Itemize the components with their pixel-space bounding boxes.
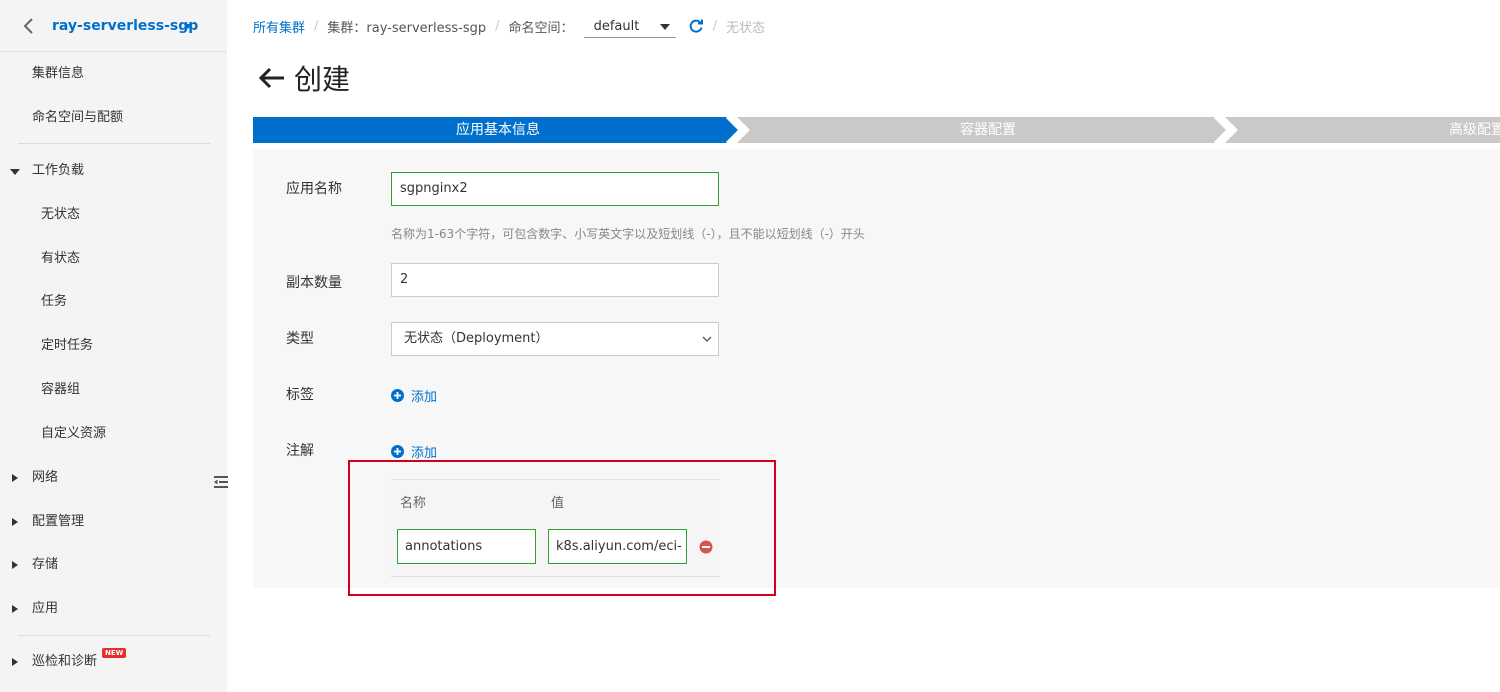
sidebar-divider	[18, 143, 210, 144]
highlight-annotation-box	[348, 460, 776, 596]
sidebar-item-label: 存储	[32, 557, 59, 572]
sidebar-item-label: 无状态	[41, 207, 81, 222]
breadcrumb: 所有集群 / 集群：ray-serverless-sgp / 命名空间： def…	[253, 14, 765, 38]
triangle-down-icon	[10, 169, 20, 175]
sidebar-item-pods[interactable]: 容器组	[0, 372, 227, 408]
type-label: 类型	[286, 331, 314, 347]
sidebar-divider	[18, 635, 210, 636]
sidebar-item-cronjobs[interactable]: 定时任务	[0, 328, 227, 364]
sidebar-item-applications[interactable]: 应用	[0, 591, 227, 627]
wizard-steps: 应用基本信息 容器配置 高级配置	[253, 117, 1500, 143]
breadcrumb-separator: /	[495, 18, 500, 34]
namespace-select[interactable]: default	[583, 14, 676, 38]
breadcrumb-all-clusters[interactable]: 所有集群	[253, 17, 305, 36]
breadcrumb-current: 无状态	[725, 20, 765, 36]
step-basic-info[interactable]: 应用基本信息	[253, 117, 743, 143]
sidebar-item-label: 应用	[32, 601, 59, 616]
caret-down-icon[interactable]	[184, 24, 192, 29]
sidebar-item-label: 工作负载	[32, 163, 85, 178]
cluster-name[interactable]: ray-serverless-sgp	[52, 18, 198, 34]
new-badge: NEW	[102, 648, 127, 658]
sidebar-item-cluster-info[interactable]: 集群信息	[0, 56, 227, 92]
add-annotation-button[interactable]: 添加	[391, 442, 437, 461]
sidebar-item-network[interactable]: 网络	[0, 460, 227, 496]
namespace-select-value: default	[593, 19, 640, 34]
type-select-value: 无状态（Deployment）	[404, 331, 549, 346]
page-title: 创建	[258, 58, 350, 98]
sidebar-item-label: 自定义资源	[41, 426, 107, 441]
plus-circle-icon	[391, 389, 404, 402]
app-name-label: 应用名称	[286, 181, 342, 197]
cluster-header: ray-serverless-sgp	[0, 0, 227, 52]
app-name-hint: 名称为1-63个字符，可包含数字、小写英文字以及短划线（-），且不能以短划线（-…	[391, 227, 865, 241]
page-title-text: 创建	[294, 63, 351, 96]
sidebar-item-deployments[interactable]: 无状态	[0, 197, 227, 233]
plus-circle-icon	[391, 445, 404, 458]
sidebar-item-label: 容器组	[41, 382, 81, 397]
chevron-down-icon	[702, 336, 712, 342]
sidebar-item-label: 配置管理	[32, 514, 85, 529]
sidebar-item-label: 巡检和诊断	[32, 654, 98, 669]
type-select[interactable]: 无状态（Deployment）	[391, 322, 719, 356]
add-label-text: 添加	[411, 390, 438, 405]
replicas-input[interactable]: 2	[391, 263, 719, 297]
sidebar: ray-serverless-sgp 集群信息 命名空间与配额 工作负载 无状态…	[0, 0, 228, 692]
sidebar-item-label: 集群信息	[32, 66, 85, 81]
chevron-left-icon[interactable]	[22, 16, 36, 36]
add-label-button[interactable]: 添加	[391, 386, 437, 405]
breadcrumb-namespace-label: 命名空间：	[508, 20, 574, 36]
sidebar-item-label: 定时任务	[41, 338, 94, 353]
refresh-icon[interactable]	[688, 18, 704, 34]
annotations-label: 注解	[286, 443, 314, 459]
add-annotation-text: 添加	[411, 446, 438, 461]
replicas-label: 副本数量	[286, 275, 342, 291]
triangle-right-icon	[12, 518, 18, 526]
sidebar-item-label: 任务	[41, 294, 68, 309]
step-advanced-config[interactable]: 高级配置	[1449, 117, 1500, 143]
triangle-right-icon	[12, 474, 18, 482]
sidebar-item-statefulsets[interactable]: 有状态	[0, 241, 227, 277]
sidebar-item-workloads[interactable]: 工作负载	[0, 153, 227, 189]
sidebar-item-label: 有状态	[41, 251, 81, 266]
triangle-right-icon	[12, 658, 18, 666]
sidebar-item-namespace-quota[interactable]: 命名空间与配额	[0, 100, 227, 136]
app-name-input[interactable]: sgpnginx2	[391, 172, 719, 206]
sidebar-item-jobs[interactable]: 任务	[0, 284, 227, 320]
triangle-right-icon	[12, 561, 18, 569]
caret-down-icon	[659, 24, 670, 30]
labels-label: 标签	[286, 387, 314, 403]
collapse-sidebar-icon[interactable]	[214, 475, 228, 489]
breadcrumb-cluster: 集群：ray-serverless-sgp	[327, 20, 487, 36]
sidebar-item-custom-resources[interactable]: 自定义资源	[0, 416, 227, 452]
breadcrumb-separator: /	[712, 18, 717, 34]
step-container-config[interactable]: 容器配置	[743, 117, 1233, 143]
sidebar-item-config[interactable]: 配置管理	[0, 504, 227, 540]
sidebar-item-label: 网络	[32, 470, 59, 485]
arrow-left-icon[interactable]	[258, 66, 286, 90]
sidebar-item-storage[interactable]: 存储	[0, 547, 227, 583]
sidebar-item-label: 命名空间与配额	[32, 110, 124, 125]
breadcrumb-separator: /	[314, 18, 319, 34]
triangle-right-icon	[12, 605, 18, 613]
